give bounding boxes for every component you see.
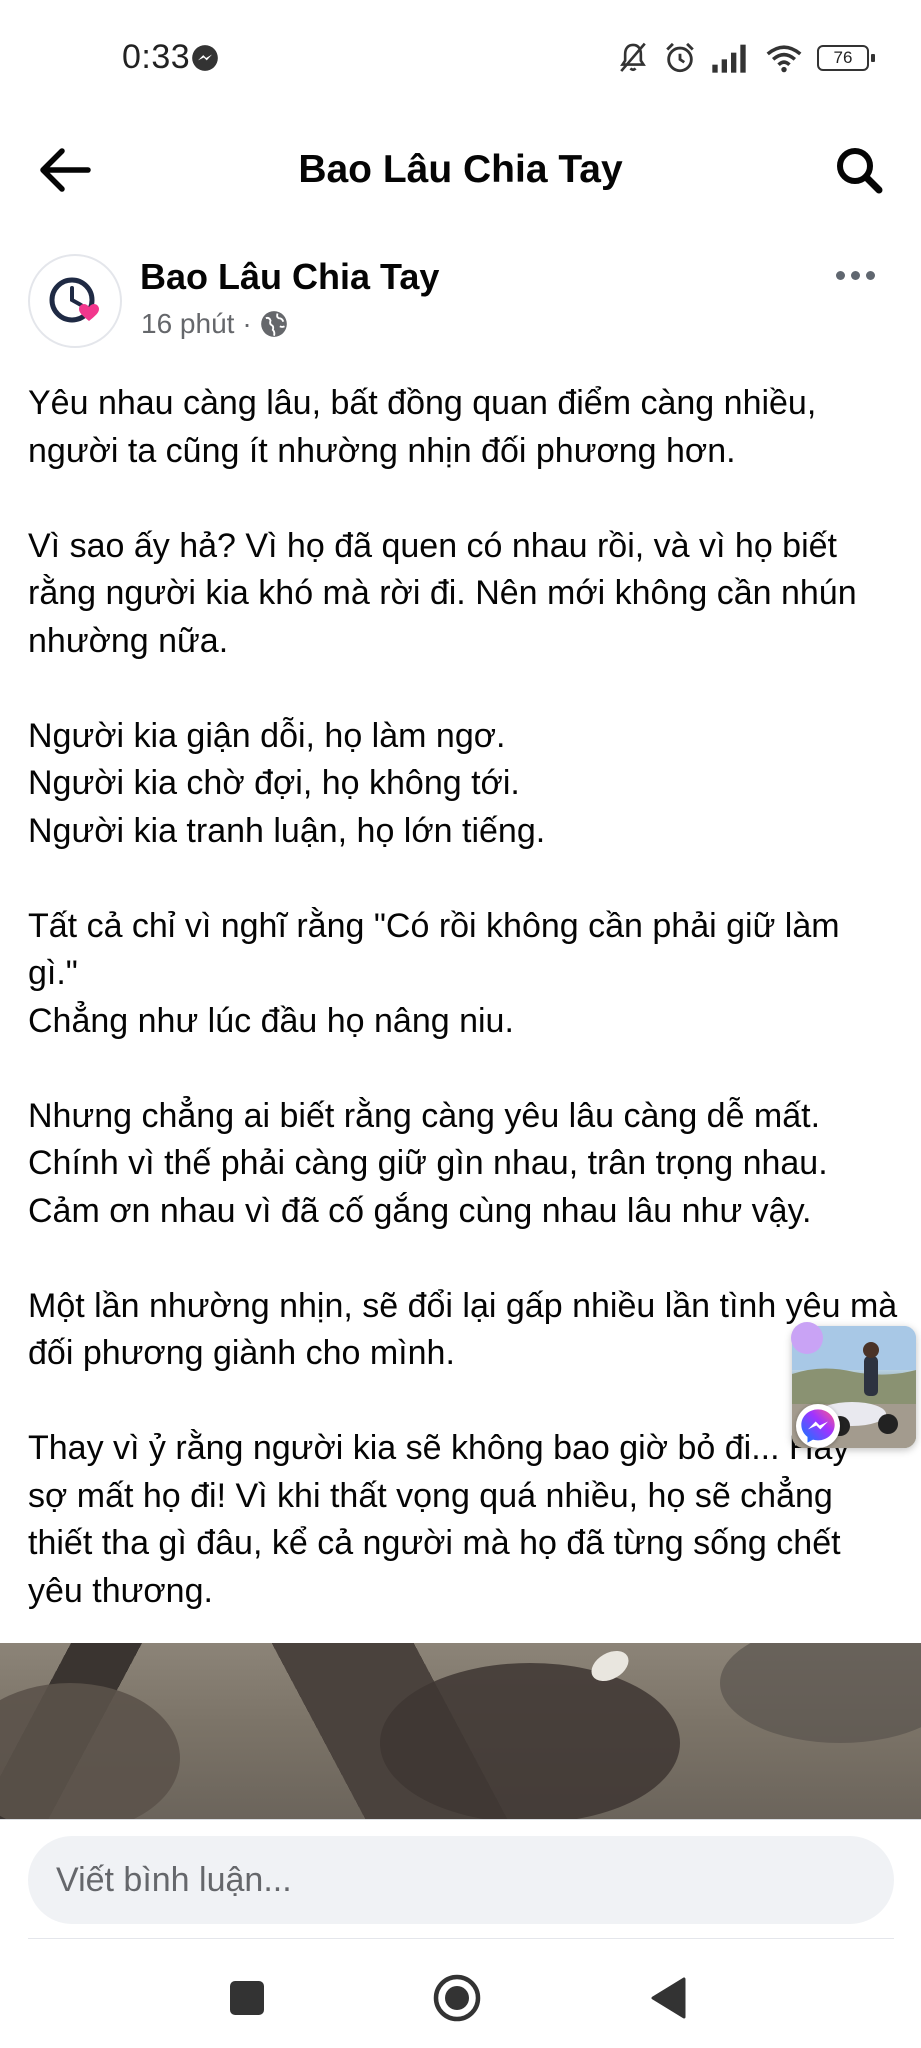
page-avatar[interactable] [28, 254, 122, 348]
app-header: Bao Lâu Chia Tay [0, 118, 921, 228]
post-image[interactable] [0, 1643, 921, 1819]
image-region [0, 1683, 180, 1819]
recents-button[interactable] [207, 1962, 287, 2034]
post-paragraph: Người kia giận dỗi, họ làm ngơ. Người ki… [28, 716, 546, 850]
post-paragraph: Vì sao ấy hả? Vì họ đã quen có nhau rồi,… [28, 526, 857, 660]
meta-separator: · [242, 308, 252, 339]
clock-heart-logo [49, 277, 99, 323]
nav-back-button[interactable] [628, 1962, 708, 2034]
post-paragraph: Tất cả chỉ vì nghĩ rằng "Có rồi không cầ… [28, 906, 840, 1040]
post-text: Yêu nhau càng lâu, bất đồng quan điểm cà… [28, 380, 898, 1615]
post-paragraph: Thay vì ỷ rằng người kia sẽ không bao gi… [28, 1429, 850, 1610]
alarm-icon [666, 42, 694, 73]
system-nav-bar [0, 1940, 921, 2048]
more-dot [850, 270, 860, 280]
post-time[interactable]: 16 phút [141, 308, 234, 340]
battery-icon: 76 [817, 45, 875, 71]
page-title: Bao Lâu Chia Tay [298, 148, 623, 191]
messenger-icon [192, 45, 218, 71]
post-meta: 16 phút · [141, 308, 288, 340]
comment-bar: Viết bình luận... [0, 1819, 921, 1940]
post-paragraph: Nhưng chẳng ai biết rằng càng yêu lâu cà… [28, 1096, 828, 1230]
back-triangle-icon [651, 1977, 686, 2019]
divider [28, 1938, 894, 1939]
recents-square-icon [230, 1981, 264, 2015]
image-region [720, 1643, 921, 1743]
post-paragraph: Yêu nhau càng lâu, bất đồng quan điểm cà… [28, 384, 817, 470]
messenger-badge [796, 1404, 840, 1448]
more-options-button[interactable] [825, 258, 885, 292]
chat-head-dot [791, 1322, 823, 1354]
comment-input[interactable]: Viết bình luận... [28, 1836, 894, 1924]
home-button[interactable] [417, 1962, 497, 2034]
wifi-icon [766, 45, 802, 73]
comment-placeholder: Viết bình luận... [56, 1860, 292, 1899]
home-circle-icon [433, 1974, 481, 2022]
battery-level: 76 [833, 48, 853, 67]
more-dot [865, 270, 875, 280]
globe-icon [260, 311, 287, 337]
messenger-icon [801, 1409, 835, 1443]
status-time: 0:33 [122, 38, 191, 76]
status-bar: 0:33 76 [0, 0, 921, 118]
signal-icon [712, 44, 746, 73]
bell-mute-icon [620, 42, 646, 72]
more-dot [835, 270, 845, 280]
search-icon [837, 148, 883, 194]
image-region [380, 1663, 680, 1819]
post-author[interactable]: Bao Lâu Chia Tay [140, 256, 439, 298]
status-icons: 76 [617, 38, 875, 78]
post-paragraph: Một lần nhường nhịn, sẽ đổi lại gấp nhiề… [28, 1286, 898, 1373]
search-button[interactable] [825, 138, 893, 202]
